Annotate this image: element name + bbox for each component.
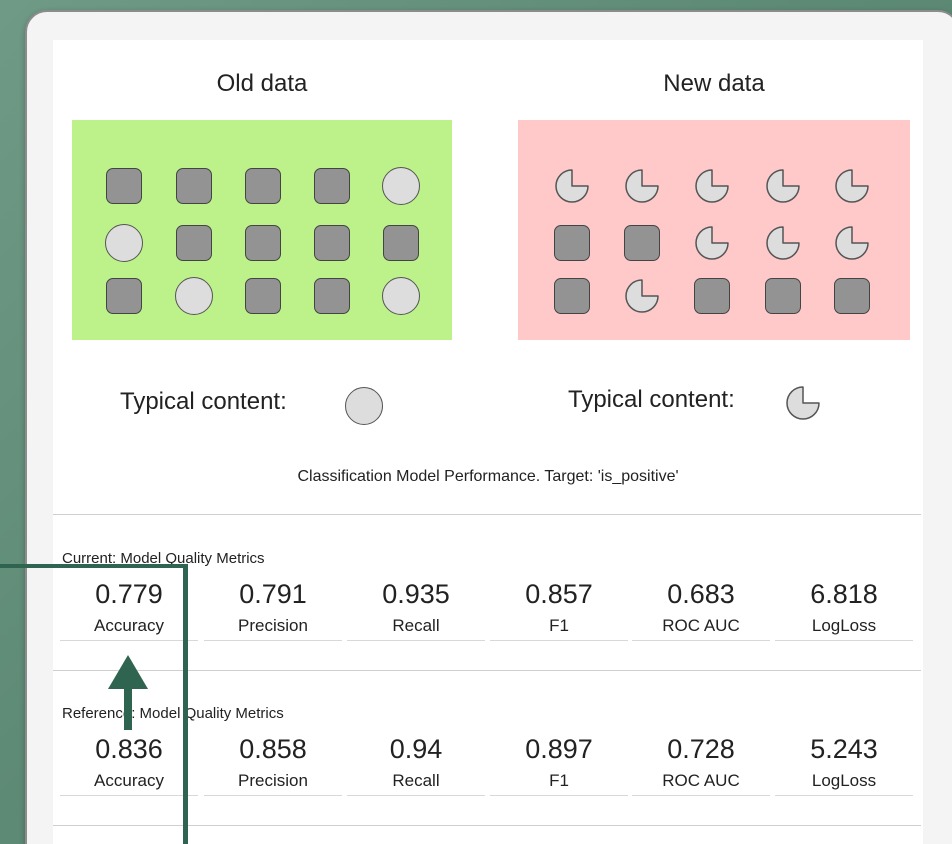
square-shape-icon <box>624 225 660 261</box>
metric-value: 0.857 <box>525 579 593 609</box>
metric-label: F1 <box>549 616 569 635</box>
pacman-shape-icon <box>766 226 800 260</box>
metric-card-recall: 0.935 Recall <box>347 576 485 641</box>
pacman-shape-icon <box>695 169 729 203</box>
metric-label: LogLoss <box>811 616 877 635</box>
square-shape-icon <box>314 168 350 204</box>
metric-value: 0.935 <box>382 579 450 609</box>
new-data-heading: New data <box>663 70 765 97</box>
metric-value: 0.836 <box>95 734 163 764</box>
square-shape-icon <box>176 225 212 261</box>
annotation-vertical-line <box>183 564 188 844</box>
metric-label: Accuracy <box>94 771 164 790</box>
pacman-shape-icon <box>835 226 869 260</box>
old-typical-label: Typical content: <box>120 388 287 415</box>
metric-card-precision: 0.791 Precision <box>204 576 342 641</box>
metric-card-accuracy: 0.779 Accuracy <box>60 576 198 641</box>
metric-value: 0.779 <box>95 579 163 609</box>
metric-label: Recall <box>392 616 440 635</box>
pacman-shape-icon <box>766 169 800 203</box>
pacman-shape-icon <box>695 226 729 260</box>
square-shape-icon <box>383 225 419 261</box>
metric-label: Precision <box>238 771 308 790</box>
circle-shape-icon <box>382 277 420 315</box>
annotation-arrow-shaft <box>124 685 132 730</box>
square-shape-icon <box>314 278 350 314</box>
metric-label: LogLoss <box>811 771 877 790</box>
metric-value: 0.791 <box>239 579 307 609</box>
metric-value: 0.897 <box>525 734 593 764</box>
pacman-shape-icon <box>555 169 589 203</box>
pacman-shape-icon <box>625 279 659 313</box>
reference-metrics-title: Reference: Model Quality Metrics <box>62 705 284 722</box>
square-shape-icon <box>106 278 142 314</box>
metric-value: 0.728 <box>667 734 735 764</box>
metric-label: Recall <box>392 771 440 790</box>
old-data-heading: Old data <box>216 70 308 97</box>
metric-card-logloss: 5.243 LogLoss <box>775 731 913 796</box>
square-shape-icon <box>834 278 870 314</box>
metric-card-roc-auc: 0.728 ROC AUC <box>632 731 770 796</box>
circle-shape-icon <box>382 167 420 205</box>
metric-value: 0.858 <box>239 734 307 764</box>
square-shape-icon <box>176 168 212 204</box>
square-shape-icon <box>765 278 801 314</box>
metric-value: 0.94 <box>389 734 443 764</box>
divider-top <box>53 514 921 515</box>
metric-value: 0.683 <box>667 579 735 609</box>
square-shape-icon <box>245 278 281 314</box>
annotation-horizontal-line <box>0 564 188 568</box>
metric-card-recall: 0.94 Recall <box>347 731 485 796</box>
metric-label: ROC AUC <box>662 771 740 790</box>
metric-label: ROC AUC <box>662 616 740 635</box>
metric-value: 5.243 <box>810 734 878 764</box>
pacman-shape-icon <box>835 169 869 203</box>
typical-circle-icon <box>345 387 383 425</box>
metric-card-f1: 0.897 F1 <box>490 731 628 796</box>
metric-label: Precision <box>238 616 308 635</box>
pacman-shape-icon <box>625 169 659 203</box>
metric-label: Accuracy <box>94 616 164 635</box>
report-subtitle: Classification Model Performance. Target… <box>297 468 679 485</box>
metric-card-accuracy: 0.836 Accuracy <box>60 731 198 796</box>
circle-shape-icon <box>105 224 143 262</box>
square-shape-icon <box>245 225 281 261</box>
new-typical-label: Typical content: <box>568 386 735 413</box>
square-shape-icon <box>554 225 590 261</box>
metric-card-f1: 0.857 F1 <box>490 576 628 641</box>
square-shape-icon <box>245 168 281 204</box>
square-shape-icon <box>554 278 590 314</box>
metric-card-precision: 0.858 Precision <box>204 731 342 796</box>
square-shape-icon <box>314 225 350 261</box>
typical-pacman-icon <box>786 386 820 420</box>
metric-card-roc-auc: 0.683 ROC AUC <box>632 576 770 641</box>
square-shape-icon <box>106 168 142 204</box>
annotation-arrow-up-icon <box>108 655 148 689</box>
metric-card-logloss: 6.818 LogLoss <box>775 576 913 641</box>
circle-shape-icon <box>175 277 213 315</box>
square-shape-icon <box>694 278 730 314</box>
metric-value: 6.818 <box>810 579 878 609</box>
metric-label: F1 <box>549 771 569 790</box>
